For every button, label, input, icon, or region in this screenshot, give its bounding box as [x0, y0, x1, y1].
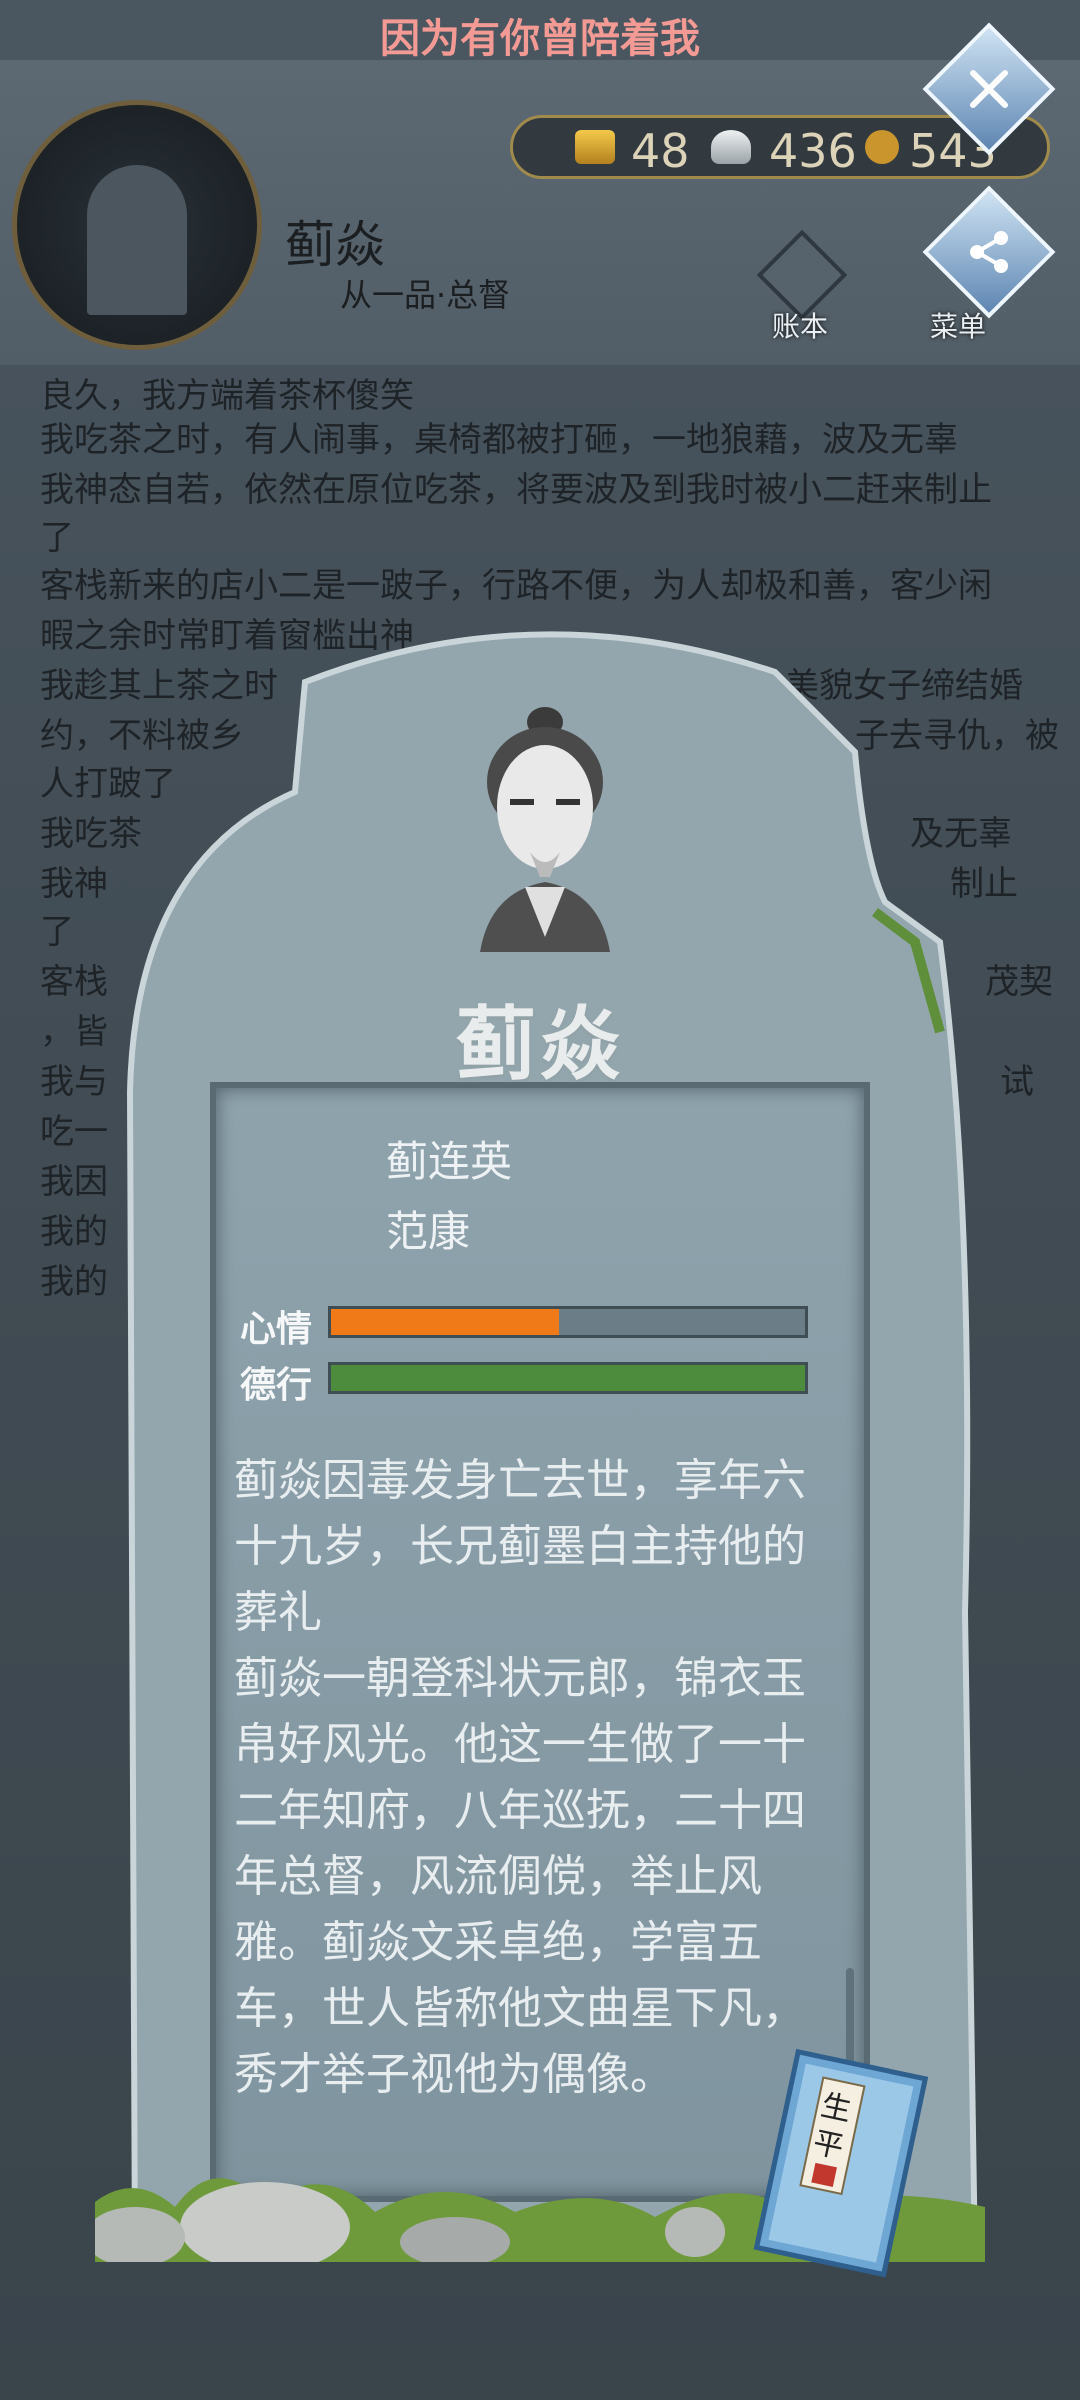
- silver-ingot-icon: [711, 130, 751, 164]
- mood-bar: [328, 1306, 808, 1338]
- log-line: 良久，我方端着茶杯傻笑: [40, 376, 414, 416]
- log-line: 我吃茶之时，有人闹事，桌椅都被打砸，一地狼藉，波及无辜: [40, 420, 958, 460]
- character-name: 蓟焱: [285, 216, 385, 274]
- tombstone-avatar-icon: [87, 165, 187, 315]
- menu-tab[interactable]: 菜单: [908, 235, 1008, 345]
- ledger-tab[interactable]: 账本: [750, 229, 850, 345]
- log-line: 了: [40, 518, 74, 558]
- tombstone-name: 蓟焱: [456, 998, 624, 1091]
- tombstone-panel: 蓟焱 蓟连英 范康 心情 德行 蓟焱因毒发身亡去世，享年六十九岁，长兄蓟墨白主持…: [95, 612, 985, 2278]
- relative-name: 蓟连英: [386, 1137, 513, 1186]
- log-line: 客栈新来的店小二是一跛子，行路不便，为人却极和善，客少闲: [40, 566, 992, 606]
- epitaph-panel: 蓟连英 范康 心情 德行 蓟焱因毒发身亡去世，享年六十九岁，长兄蓟墨白主持他的葬…: [210, 1082, 870, 2208]
- virtue-bar-fill: [331, 1365, 805, 1391]
- biography-paragraph: 蓟焱一朝登科状元郎，锦衣玉帛好风光。他这一生做了一十二年知府，八年巡抚，二十四年…: [234, 1653, 806, 2100]
- virtue-bar: [328, 1362, 808, 1394]
- log-line: 了: [40, 912, 74, 952]
- ledger-label: 账本: [771, 310, 828, 343]
- character-rank: 从一品·总督: [340, 276, 511, 314]
- biography-text[interactable]: 蓟焱因毒发身亡去世，享年六十九岁，长兄蓟墨白主持他的葬礼 蓟焱一朝登科状元郎，锦…: [234, 1448, 834, 2108]
- relative-name: 范康: [386, 1207, 471, 1256]
- log-fragment: 茂契: [985, 962, 1053, 1002]
- biography-paragraph: 蓟焱因毒发身亡去世，享年六十九岁，长兄蓟墨白主持他的葬礼: [234, 1455, 806, 1638]
- close-icon: [970, 70, 1008, 108]
- silver-count: 436: [769, 124, 857, 178]
- mood-label: 心情: [240, 1309, 313, 1350]
- title-banner: 因为有你曾陪着我: [380, 16, 700, 62]
- log-line: 我神态自若，依然在原位吃茶，将要波及到我时被小二赶来制止: [40, 470, 992, 510]
- deceased-portrait: [480, 707, 610, 952]
- gold-ingot-icon: [575, 130, 615, 164]
- life-record-book[interactable]: 生平: [735, 2042, 935, 2292]
- gold-count: 48: [631, 124, 690, 178]
- mood-bar-fill: [331, 1309, 559, 1335]
- virtue-label: 德行: [240, 1365, 313, 1406]
- copper-coin-icon: [865, 130, 899, 164]
- character-avatar[interactable]: [12, 100, 262, 350]
- menu-label: 菜单: [929, 310, 986, 343]
- log-fragment: 试: [1000, 1062, 1034, 1102]
- close-button[interactable]: [922, 22, 1056, 156]
